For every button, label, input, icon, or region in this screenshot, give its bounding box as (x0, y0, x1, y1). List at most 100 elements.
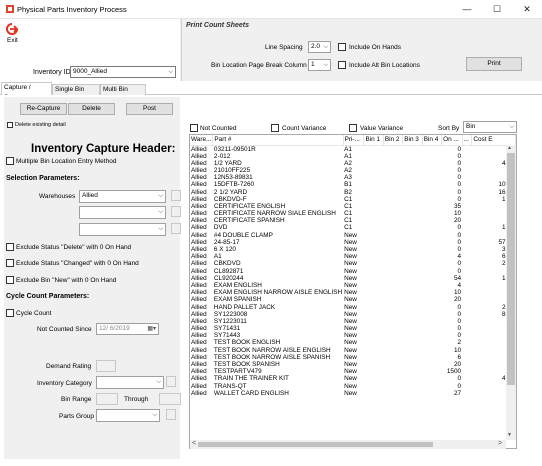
exclude-new-checkbox[interactable] (6, 276, 14, 284)
scroll-left-icon[interactable]: < (192, 440, 196, 447)
exclude-changed-checkbox[interactable] (6, 259, 14, 267)
demand-rating-field[interactable] (96, 360, 116, 372)
delete-existing-checkbox[interactable] (7, 122, 13, 128)
exit-icon[interactable] (6, 23, 18, 35)
recapture-button[interactable]: Re-Capture (20, 103, 67, 115)
tab-single-bin-entry[interactable]: Single Bin Entry (52, 84, 100, 103)
column-header[interactable]: Bin 3 (402, 135, 423, 146)
tab-multi-bin-entry[interactable]: Multi Bin Entry (100, 84, 146, 103)
table-row[interactable]: AlliedCL892871New05. (190, 268, 516, 275)
warehouse-select-1[interactable]: Allied ⌵ (79, 190, 166, 203)
warehouse-select-3[interactable]: ⌵ (79, 223, 166, 236)
table-row[interactable]: AlliedCERTIFICATE ENGLISHC1351. (190, 203, 516, 210)
column-header[interactable]: Pri-... (343, 135, 365, 146)
table-row[interactable]: Allied TEST BOOK NARROW AISLE SPANISH New 6… (190, 354, 516, 361)
table-row[interactable]: Allied EXAM ENGLISH NARROW AISLE ENGLISH N… (190, 289, 516, 296)
scroll-right-icon[interactable]: > (498, 440, 502, 447)
delete-button[interactable]: Delete (68, 103, 115, 115)
post-button[interactable]: Post (126, 103, 173, 115)
bin-range-to-field[interactable] (159, 393, 181, 405)
table-row[interactable]: Allied03211-09501RA1012. (190, 145, 516, 153)
cycle-count-checkbox[interactable] (6, 309, 14, 317)
warehouse-2-extra-button[interactable] (171, 206, 181, 217)
column-header[interactable]: Bin 1 (363, 135, 384, 146)
table-row[interactable]: AlliedEXAM ENGLISHNew41. (190, 282, 516, 289)
table-row[interactable]: AlliedCL920244New54140. (190, 275, 516, 282)
table-cell (364, 253, 383, 260)
table-row[interactable]: AlliedTRAIN THE TRAINER KITNew0494. (190, 375, 516, 382)
horizontal-scroll-thumb[interactable] (198, 442, 433, 447)
table-row[interactable]: Allied CERTIFICATE NARROW SIALE ENGLISH C1… (190, 210, 516, 217)
table-row[interactable]: AlliedCBKDVDNew0214. (190, 260, 516, 267)
include-on-hands-checkbox[interactable] (338, 43, 346, 51)
table-row[interactable]: Allied21010FF225A2085. (190, 167, 516, 174)
warehouse-1-extra-button[interactable] (171, 190, 181, 201)
table-cell: New (344, 346, 357, 354)
close-button[interactable]: ✕ (512, 0, 542, 19)
table-row[interactable]: AlliedHAND PALLET JACKNew0220. (190, 303, 516, 311)
table-row[interactable]: Allied TEST BOOK NARROW AISLE ENGLISH New 1… (190, 347, 516, 354)
table-row[interactable]: AlliedCERTIFICATE SPANISHC1201. (190, 217, 516, 224)
exclude-deleted-checkbox[interactable] (6, 243, 14, 251)
print-button[interactable]: Print (466, 57, 522, 71)
column-header[interactable]: Part # (212, 135, 344, 146)
table-row[interactable]: AlliedA1New4650. (190, 253, 516, 260)
table-row[interactable]: AlliedTRANS-QTNew034. (190, 383, 516, 390)
minimize-button[interactable]: — (452, 0, 482, 19)
column-header[interactable]: ... (462, 135, 473, 146)
table-row[interactable]: AlliedSY71443New08. (190, 332, 516, 339)
count-variance-checkbox[interactable] (271, 124, 279, 132)
page-break-select[interactable]: 1 ⌵ (308, 59, 331, 71)
column-header[interactable]: Ware... (190, 135, 214, 146)
sort-by-select[interactable]: Bin ⌵ (463, 121, 517, 133)
not-counted-checkbox[interactable] (190, 124, 198, 132)
maximize-button[interactable]: ☐ (482, 0, 512, 19)
table-row[interactable]: AlliedSY71431New06. (190, 325, 516, 332)
inventory-id-select[interactable]: 9000_Allied ⌵ (70, 66, 176, 78)
inventory-category-extra-button[interactable] (166, 376, 176, 387)
tab-capture-setup[interactable]: Capture / Setup (1, 82, 52, 101)
table-cell: TRAIN THE TRAINER KIT (213, 375, 289, 383)
include-alt-bins-checkbox[interactable] (338, 61, 346, 69)
inventory-category-select[interactable]: ⌵ (96, 376, 164, 389)
table-row[interactable]: AlliedSY1223011New065. (190, 318, 516, 325)
warehouse-3-extra-button[interactable] (171, 223, 181, 234)
table-row[interactable]: Allied24-85-17New05751. (190, 239, 516, 246)
value-variance-checkbox[interactable] (349, 124, 357, 132)
bin-range-from-field[interactable] (96, 393, 118, 405)
table-row[interactable]: AlliedCBKDVD-FC10164. (190, 196, 516, 203)
column-header[interactable]: Cost E (471, 135, 516, 146)
grid-header-row: Ware... Part # Pri-... Bin 1 Bin 2 Bin 3 Bin 4… (190, 135, 516, 146)
table-row[interactable]: AlliedTEST BOOK ENGLISHNew24. (190, 339, 516, 346)
table-row[interactable]: AlliedDVDC10178. (190, 224, 516, 231)
table-row[interactable]: Allied1/2 YARDA20446. (190, 160, 516, 167)
line-spacing-select[interactable]: 2.0 ⌵ (308, 41, 331, 53)
scroll-down-icon[interactable]: ▼ (507, 432, 512, 438)
multiple-bin-checkbox[interactable] (6, 157, 14, 165)
vertical-scroll-thumb[interactable] (507, 153, 515, 385)
column-header[interactable]: Bin 2 (383, 135, 404, 146)
table-row[interactable]: AlliedSY1223008New0800. (190, 311, 516, 318)
table-row[interactable]: Allied12N53-89831A3032. (190, 174, 516, 181)
exit-button-label[interactable]: Exit (7, 37, 18, 44)
table-row[interactable]: Allied#4 DOUBLE CLAMPNew00. (190, 232, 516, 239)
warehouse-select-2[interactable]: ⌵ (79, 206, 166, 219)
column-header[interactable]: Bin 4 (422, 135, 443, 146)
scroll-up-icon[interactable]: ▲ (507, 145, 512, 151)
table-row[interactable]: Allied15DFTB-7260B101095. (190, 181, 516, 188)
table-row[interactable]: AlliedTESTPARTV479New150050. (190, 368, 516, 375)
table-row[interactable]: AlliedWALLET CARD ENGLISHNew271. (190, 390, 516, 397)
table-row[interactable]: Allied6 X 120New0375. (190, 246, 516, 253)
parts-group-extra-button[interactable] (166, 409, 176, 420)
table-row[interactable]: Allied2-012A100. (190, 153, 516, 160)
table-row[interactable]: Allied2 1/2 YARDB201610. (190, 188, 516, 196)
table-cell (364, 354, 383, 361)
parts-group-select[interactable]: ⌵ (96, 409, 160, 422)
calendar-icon[interactable]: ▦▾ (147, 324, 156, 334)
table-row[interactable]: AlliedEXAM SPANISHNew201. (190, 296, 516, 303)
table-cell: Allied (191, 303, 207, 311)
table-row[interactable]: AlliedTEST BOOK SPANISHNew203. (190, 361, 516, 368)
column-header[interactable]: On ... (441, 135, 463, 146)
table-cell (422, 361, 441, 368)
not-counted-since-date[interactable]: 12/ 6/2019 ▦▾ (96, 323, 159, 335)
